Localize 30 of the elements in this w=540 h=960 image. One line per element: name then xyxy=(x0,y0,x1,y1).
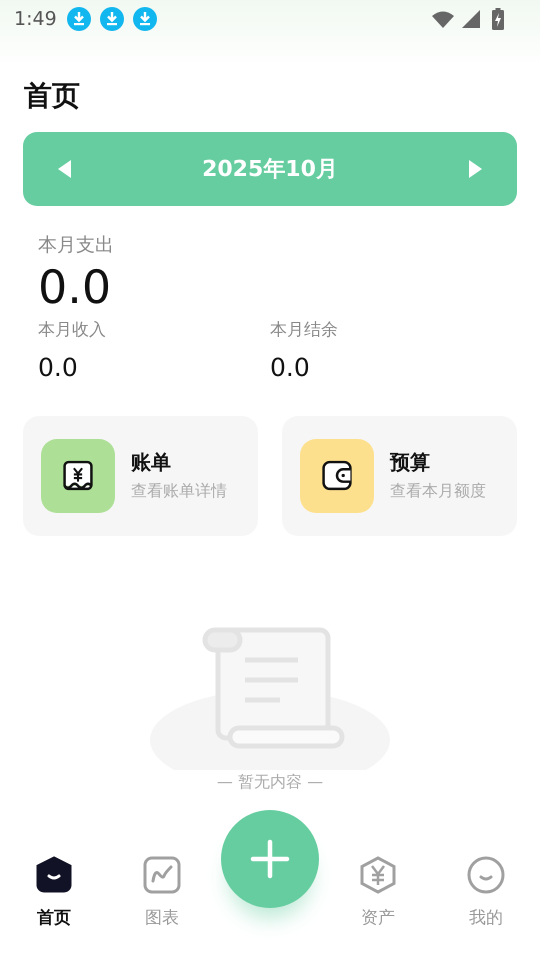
card-subtitle: 查看账单详情 xyxy=(131,480,227,502)
summary-label: 本月收入 xyxy=(38,319,107,342)
smiley-icon xyxy=(467,856,505,894)
wallet-icon xyxy=(321,460,353,492)
nav-tab[interactable]: 首页 xyxy=(0,856,108,928)
month-label: 2025年10月 xyxy=(202,156,338,184)
signal-icon xyxy=(462,10,480,28)
home-icon xyxy=(35,856,73,894)
chart-icon xyxy=(143,856,181,894)
status-time: 1:49 xyxy=(14,8,57,30)
download-icon xyxy=(66,7,91,31)
yen-hexagon-icon xyxy=(359,856,397,894)
download-icon xyxy=(132,7,157,31)
summary-label: 本月结余 xyxy=(270,319,339,342)
page-title: 首页 xyxy=(24,78,81,114)
expense-value: 0.0 xyxy=(38,259,112,316)
feature-card[interactable]: 账单 查看账单详情 xyxy=(23,416,258,536)
wifi-icon xyxy=(432,10,454,28)
card-subtitle: 查看本月额度 xyxy=(390,480,486,502)
expense-label: 本月支出 xyxy=(38,233,115,258)
empty-text: — 暂无内容 — xyxy=(216,772,324,792)
battery-icon xyxy=(492,8,504,30)
summary-value: 0.0 xyxy=(270,352,311,384)
download-icon xyxy=(100,7,124,31)
card-title: 预算 xyxy=(390,449,431,476)
card-title: 账单 xyxy=(131,449,172,476)
receipt-icon xyxy=(62,460,94,492)
plus-icon xyxy=(250,839,290,879)
feature-card[interactable]: 预算 查看本月额度 xyxy=(282,416,517,536)
summary-value: 0.0 xyxy=(38,352,79,384)
